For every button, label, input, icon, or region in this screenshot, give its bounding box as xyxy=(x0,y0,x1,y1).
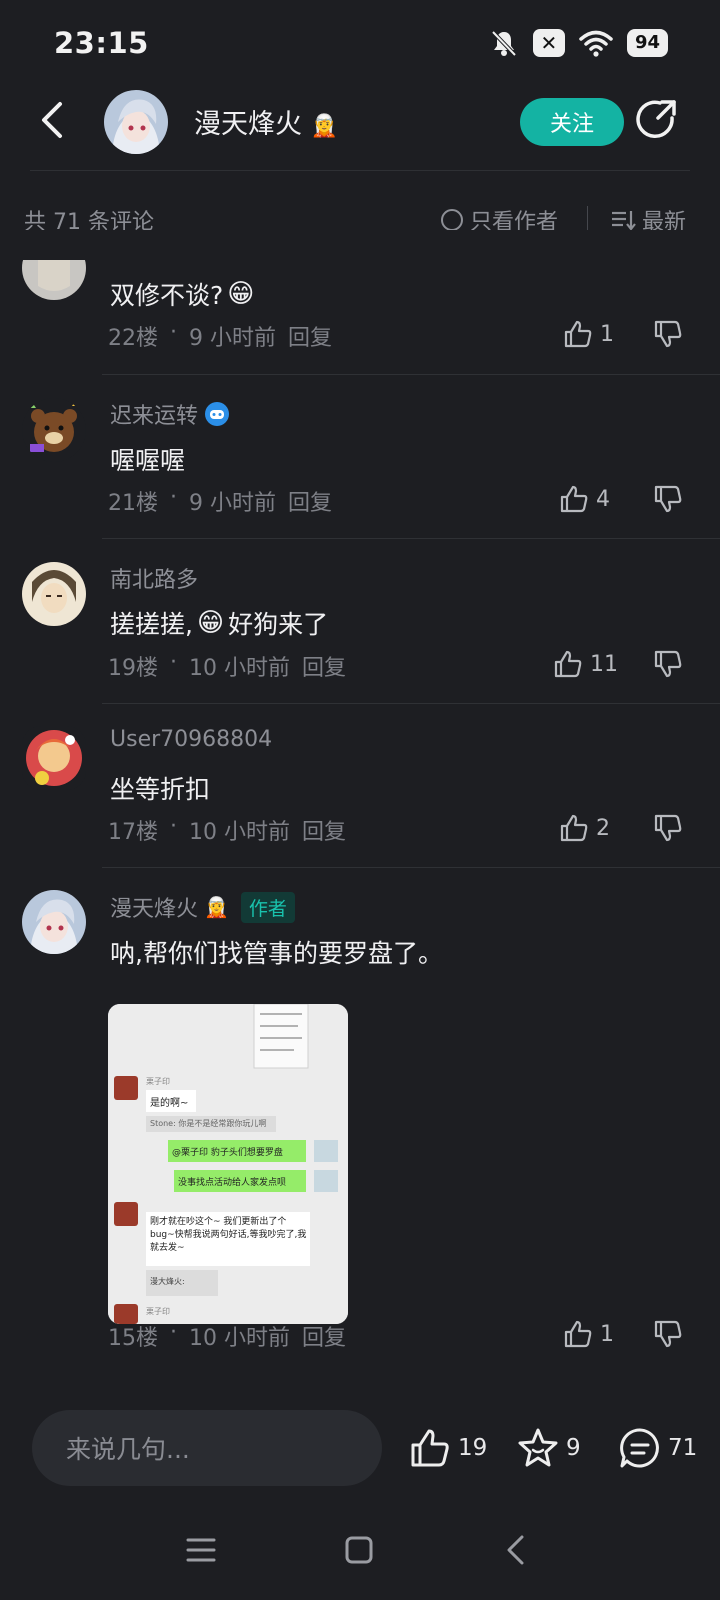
battery-indicator: 94 xyxy=(626,29,668,57)
comment-username[interactable]: 南北路多 xyxy=(110,562,198,594)
like-button[interactable]: 1 xyxy=(562,318,614,350)
comment-meta: 22楼 · 9 小时前 回复 xyxy=(108,320,333,352)
comment-image-attachment[interactable]: 栗子印 是的啊~ Stone: 你是不是经常跟你玩儿啊 @栗子印 豹子头们想要罗… xyxy=(108,1004,348,1324)
status-time: 23:15 xyxy=(54,26,149,60)
comment-text: 喔喔喔 xyxy=(110,446,186,475)
post-like-button[interactable]: 19 xyxy=(408,1426,487,1470)
header-divider xyxy=(30,170,690,171)
comment-meta: 17楼 · 10 小时前 回复 xyxy=(108,814,347,846)
comment-text: 呐,帮你们找管事的要罗盘了。 xyxy=(110,939,443,968)
comment-text: 搓搓搓, 😁 好狗来了 xyxy=(110,608,329,639)
author-badge: 作者 xyxy=(240,891,295,923)
comment-text: 坐等折扣 xyxy=(110,775,211,804)
thumbs-up-icon xyxy=(411,1429,449,1467)
comment-avatar[interactable] xyxy=(22,726,86,790)
share-icon[interactable] xyxy=(634,98,678,142)
thumbs-down-icon[interactable] xyxy=(652,318,684,350)
comment-username[interactable]: 迟来运转 xyxy=(110,398,230,430)
reply-link[interactable]: 回复 xyxy=(302,1320,346,1352)
like-button[interactable]: 11 xyxy=(552,648,618,680)
back-arrow-icon[interactable] xyxy=(38,100,66,140)
thumbs-up-icon xyxy=(560,485,588,513)
star-icon xyxy=(518,1428,558,1467)
reply-link[interactable]: 回复 xyxy=(302,814,346,846)
menu-nav-icon[interactable] xyxy=(186,1536,216,1564)
thumbs-up-icon xyxy=(564,1320,592,1348)
comment-avatar[interactable] xyxy=(22,562,86,626)
row-divider xyxy=(102,538,720,539)
home-nav-icon[interactable] xyxy=(344,1535,374,1565)
chat-screenshot-image xyxy=(108,1004,348,1324)
comment-avatar[interactable] xyxy=(22,890,86,954)
back-nav-icon[interactable] xyxy=(504,1534,526,1566)
comments-button[interactable]: 71 xyxy=(618,1426,697,1470)
row-divider xyxy=(102,374,720,375)
comment-avatar[interactable] xyxy=(22,398,86,462)
status-icons: ✕ 94 xyxy=(489,28,668,58)
gamer-badge-icon xyxy=(205,402,230,426)
row-divider xyxy=(102,703,720,704)
comment-input[interactable]: 来说几句... xyxy=(32,1410,382,1486)
sort-icon xyxy=(612,211,636,231)
thumbs-down-icon[interactable] xyxy=(652,483,684,515)
comment-bubble-icon xyxy=(620,1428,659,1468)
radio-circle-icon xyxy=(441,209,463,231)
header-avatar[interactable] xyxy=(104,90,168,154)
thumbs-up-icon xyxy=(564,320,592,348)
wifi-icon xyxy=(579,30,613,57)
thumbs-up-icon xyxy=(560,814,588,842)
avatar-cutoff-mask xyxy=(0,230,720,260)
filter-separator xyxy=(587,206,588,230)
like-button[interactable]: 4 xyxy=(558,483,610,515)
laughing-emoji-icon: 😁 xyxy=(196,608,225,638)
like-button[interactable]: 1 xyxy=(562,1318,614,1350)
reply-link[interactable]: 回复 xyxy=(288,485,332,517)
comment-meta: 19楼 · 10 小时前 回复 xyxy=(108,650,347,682)
notification-x-icon: ✕ xyxy=(532,29,565,57)
thumbs-up-icon xyxy=(554,650,582,678)
comment-text: 双修不谈? 😁 xyxy=(110,279,255,310)
laughing-emoji-icon: 😁 xyxy=(227,279,255,309)
follow-button[interactable]: 关注 xyxy=(520,98,624,146)
row-divider xyxy=(102,867,720,868)
thumbs-down-icon[interactable] xyxy=(652,812,684,844)
thumbs-down-icon[interactable] xyxy=(652,1318,684,1350)
comment-username[interactable]: 漫天烽火 🧝 作者 xyxy=(110,891,295,923)
header-username: 漫天烽火 🧝 xyxy=(194,109,338,140)
like-button[interactable]: 2 xyxy=(558,812,610,844)
thumbs-down-icon[interactable] xyxy=(652,648,684,680)
game-character-emoji-icon: 🧝 xyxy=(310,114,338,139)
game-character-emoji-icon: 🧝 xyxy=(204,895,229,919)
reply-link[interactable]: 回复 xyxy=(302,650,346,682)
comment-meta: 15楼 · 10 小时前 回复 xyxy=(108,1320,347,1352)
favorite-button[interactable]: 9 xyxy=(516,1426,581,1470)
comment-username[interactable]: User70968804 xyxy=(110,727,272,752)
comment-meta: 21楼 · 9 小时前 回复 xyxy=(108,485,333,517)
mute-icon xyxy=(491,30,517,57)
reply-link[interactable]: 回复 xyxy=(288,320,332,352)
